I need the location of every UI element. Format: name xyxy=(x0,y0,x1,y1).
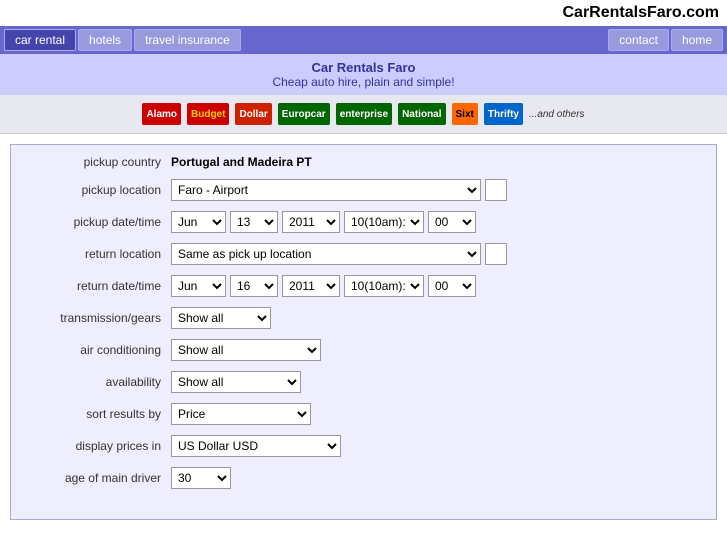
pickup-country-label: pickup country xyxy=(31,155,171,169)
age-row: age of main driver 30 xyxy=(31,467,696,489)
pickup-min-select[interactable]: 00 xyxy=(428,211,476,233)
sort-row: sort results by Price xyxy=(31,403,696,425)
return-location-control: Same as pick up location xyxy=(171,243,507,265)
currency-control: US Dollar USD xyxy=(171,435,341,457)
brand-alamo[interactable]: Alamo xyxy=(142,103,181,125)
pickup-month-select[interactable]: Jun xyxy=(171,211,226,233)
sort-control: Price xyxy=(171,403,311,425)
ac-label: air conditioning xyxy=(31,343,171,357)
transmission-select[interactable]: Show all xyxy=(171,307,271,329)
pickup-location-row: pickup location Faro - Airport xyxy=(31,179,696,201)
brand-national[interactable]: National xyxy=(398,103,445,125)
nav-bar: car rental hotels travel insurance conta… xyxy=(0,26,727,54)
age-label: age of main driver xyxy=(31,471,171,485)
currency-label: display prices in xyxy=(31,439,171,453)
transmission-control: Show all xyxy=(171,307,271,329)
ac-control: Show all xyxy=(171,339,321,361)
availability-row: availability Show all xyxy=(31,371,696,393)
availability-select[interactable]: Show all xyxy=(171,371,301,393)
availability-label: availability xyxy=(31,375,171,389)
return-datetime-row: return date/time Jun 16 2011 10(10am): 0… xyxy=(31,275,696,297)
pickup-datetime-label: pickup date/time xyxy=(31,215,171,229)
brand-enterprise[interactable]: enterprise xyxy=(336,103,392,125)
sort-select[interactable]: Price xyxy=(171,403,311,425)
return-datetime-control: Jun 16 2011 10(10am): 00 xyxy=(171,275,476,297)
brand-dollar[interactable]: Dollar xyxy=(235,103,271,125)
pickup-location-info-button[interactable] xyxy=(485,179,507,201)
age-select[interactable]: 30 xyxy=(171,467,231,489)
return-month-select[interactable]: Jun xyxy=(171,275,226,297)
site-title-text: CarRentalsFaro.com xyxy=(563,4,720,21)
site-title: CarRentalsFaro.com xyxy=(0,0,727,26)
nav-hotels[interactable]: hotels xyxy=(78,29,132,51)
brand-thrifty[interactable]: Thrifty xyxy=(484,103,523,125)
nav-travel-insurance[interactable]: travel insurance xyxy=(134,29,241,51)
pickup-year-select[interactable]: 2011 xyxy=(282,211,340,233)
pickup-country-control: Portugal and Madeira PT xyxy=(171,155,312,169)
tagline: Car Rentals Faro Cheap auto hire, plain … xyxy=(0,54,727,95)
pickup-datetime-row: pickup date/time Jun 13 2011 10(10am): 0… xyxy=(31,211,696,233)
return-datetime-label: return date/time xyxy=(31,279,171,293)
pickup-location-label: pickup location xyxy=(31,183,171,197)
pickup-datetime-control: Jun 13 2011 10(10am): 00 xyxy=(171,211,476,233)
currency-select[interactable]: US Dollar USD xyxy=(171,435,341,457)
nav-right: contact home xyxy=(608,29,723,51)
sort-label: sort results by xyxy=(31,407,171,421)
transmission-row: transmission/gears Show all xyxy=(31,307,696,329)
nav-home[interactable]: home xyxy=(671,29,723,51)
return-hour-select[interactable]: 10(10am): xyxy=(344,275,424,297)
pickup-location-select[interactable]: Faro - Airport xyxy=(171,179,481,201)
return-location-select[interactable]: Same as pick up location xyxy=(171,243,481,265)
return-location-info-button[interactable] xyxy=(485,243,507,265)
pickup-country-value: Portugal and Madeira PT xyxy=(171,155,312,169)
brand-budget[interactable]: Budget xyxy=(187,103,229,125)
brand-sixt[interactable]: Sixt xyxy=(452,103,478,125)
pickup-day-select[interactable]: 13 xyxy=(230,211,278,233)
currency-row: display prices in US Dollar USD xyxy=(31,435,696,457)
transmission-label: transmission/gears xyxy=(31,311,171,325)
brands-bar: Alamo Budget Dollar Europcar enterprise … xyxy=(0,95,727,134)
tagline-title: Car Rentals Faro xyxy=(0,60,727,75)
ac-select[interactable]: Show all xyxy=(171,339,321,361)
tagline-subtitle: Cheap auto hire, plain and simple! xyxy=(0,75,727,89)
main-form: pickup country Portugal and Madeira PT p… xyxy=(10,144,717,520)
pickup-hour-select[interactable]: 10(10am): xyxy=(344,211,424,233)
pickup-location-control: Faro - Airport xyxy=(171,179,507,201)
return-day-select[interactable]: 16 xyxy=(230,275,278,297)
brand-europcar[interactable]: Europcar xyxy=(278,103,330,125)
return-location-row: return location Same as pick up location xyxy=(31,243,696,265)
brand-others: ...and others xyxy=(529,109,585,120)
return-year-select[interactable]: 2011 xyxy=(282,275,340,297)
age-control: 30 xyxy=(171,467,231,489)
nav-contact[interactable]: contact xyxy=(608,29,669,51)
availability-control: Show all xyxy=(171,371,301,393)
pickup-country-row: pickup country Portugal and Madeira PT xyxy=(31,155,696,169)
return-min-select[interactable]: 00 xyxy=(428,275,476,297)
ac-row: air conditioning Show all xyxy=(31,339,696,361)
nav-car-rental[interactable]: car rental xyxy=(4,29,76,51)
return-location-label: return location xyxy=(31,247,171,261)
nav-left: car rental hotels travel insurance xyxy=(4,29,241,51)
